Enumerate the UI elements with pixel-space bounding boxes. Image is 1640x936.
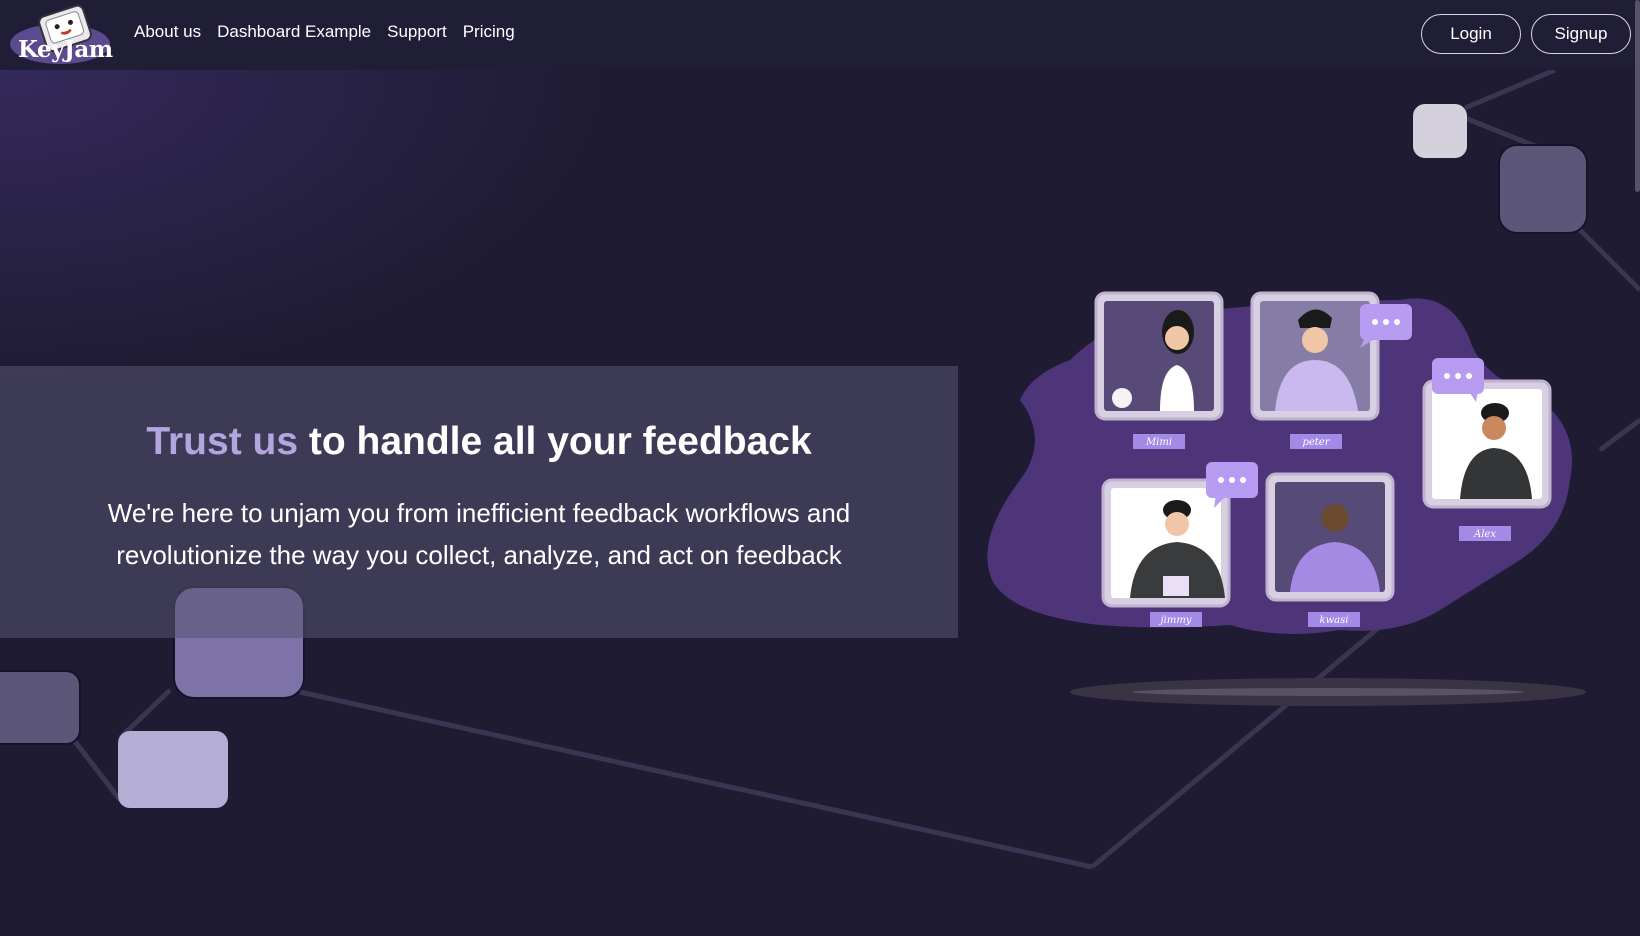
name-tag-peter: peter <box>1290 434 1342 449</box>
login-button[interactable]: Login <box>1421 14 1521 54</box>
hero-title-rest: to handle all your feedback <box>298 420 812 463</box>
name-tag-label: Alex <box>1473 529 1496 540</box>
nav-link-pricing[interactable]: Pricing <box>463 22 515 42</box>
nav-link-about-us[interactable]: About us <box>134 22 201 42</box>
name-tag-label: peter <box>1302 437 1330 448</box>
nav-links: About us Dashboard Example Support Prici… <box>134 22 515 42</box>
participant-frame-jimmy <box>1101 478 1231 608</box>
signup-button[interactable]: Signup <box>1531 14 1631 54</box>
deco-square <box>0 670 81 745</box>
nav-link-dashboard-example[interactable]: Dashboard Example <box>217 22 371 42</box>
name-tag-label: Mimi <box>1145 437 1172 448</box>
participant-frame-mimi <box>1094 291 1224 421</box>
nav-link-support[interactable]: Support <box>387 22 447 42</box>
hero-subtitle: We're here to unjam you from inefficient… <box>107 498 851 570</box>
logo-wordmark: KeyJam <box>18 36 113 63</box>
video-call-illustration: Mimi peter Alex jimmy kwasi <box>987 291 1586 706</box>
deco-square <box>118 731 228 808</box>
name-tag-kwasi: kwasi <box>1308 612 1360 627</box>
name-tag-jimmy: jimmy <box>1150 612 1202 627</box>
name-tag-label: jimmy <box>1159 615 1192 626</box>
participant-frame-alex <box>1422 379 1552 509</box>
hero-title-accent: Trust us <box>146 420 299 463</box>
participant-frame-peter <box>1250 291 1380 421</box>
participant-frame-kwasi <box>1265 472 1395 602</box>
deco-square <box>1413 104 1467 158</box>
page-scrollbar[interactable] <box>1635 0 1640 192</box>
name-tag-alex: Alex <box>1459 526 1511 541</box>
hero-title: Trust us to handle all your feedback <box>0 420 958 464</box>
deco-square <box>1498 144 1588 234</box>
keyjam-logo[interactable]: KeyJam <box>8 4 113 66</box>
name-tag-label: kwasi <box>1320 615 1349 626</box>
name-tag-mimi: Mimi <box>1133 434 1185 449</box>
top-navbar: KeyJam About us Dashboard Example Suppor… <box>0 0 1640 70</box>
